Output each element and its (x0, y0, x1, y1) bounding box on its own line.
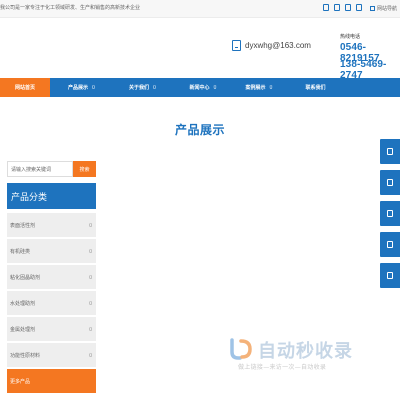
message-icon[interactable] (345, 4, 351, 11)
category-item[interactable]: 功能性原材料 Ü (7, 343, 96, 367)
chevron-right-icon: Ü (89, 352, 92, 358)
site-guide-icon (369, 6, 375, 11)
float-user-button[interactable] (380, 232, 400, 257)
phone-icon (387, 148, 393, 155)
watermark-title: 自动秒收录 (258, 341, 353, 362)
watermark-subtitle: 做上链接—来访一次—自动收录 (238, 364, 327, 371)
page: 我公司是一家专注于化工领域研发、生产和销售的高新技术企业 网站导航 dyxwhg… (0, 0, 400, 400)
category-item-label: 粘化固晶助剂 (10, 274, 41, 281)
hotline-label: 热线电话 (340, 34, 361, 40)
category-item-label: 金属处理剂 (10, 326, 36, 333)
nav-item-5[interactable]: 案例展示 Ü (234, 78, 284, 97)
top-bar: 我公司是一家专注于化工领域研发、生产和销售的高新技术企业 网站导航 (0, 0, 400, 18)
search-input[interactable]: 请输入搜索关键词 (7, 161, 73, 177)
email-address[interactable]: dyxwhg@163.com (245, 41, 311, 50)
chevron-right-icon: Ü (89, 300, 92, 306)
chevron-down-icon: Ü (153, 85, 156, 90)
search-button[interactable]: 搜索 (73, 161, 96, 177)
category-item-label: 有机硅类 (10, 248, 31, 255)
nav-item-label: 网站首页 (14, 85, 35, 91)
page-title: 产品展示 (174, 123, 225, 137)
search-box: 请输入搜索关键词 搜索 (7, 161, 96, 177)
email-contact: dyxwhg@163.com (232, 40, 311, 51)
category-item-label: 表面活性剂 (10, 222, 36, 229)
main-nav: 网站首页 产品展示 Ü 关于我们 Ü 新闻中心 Ü 案例展示 Ü 联系我们 (0, 78, 400, 97)
nav-item-label: 案例展示 (245, 85, 266, 91)
category-item[interactable]: 有机硅类 Ü (7, 239, 96, 263)
mail-icon (387, 179, 393, 186)
category-item[interactable]: 水处理助剂 Ü (7, 291, 96, 315)
category-item[interactable]: 更多产品 (7, 369, 96, 393)
nav-item-2[interactable]: 产品展示 Ü (50, 78, 113, 97)
floating-contact-bar (380, 139, 400, 294)
category-title: 产品分类 (7, 183, 96, 209)
site-guide-label: 网站导航 (376, 6, 397, 12)
company-tagline: 我公司是一家专注于化工领域研发、生产和销售的高新技术企业 (0, 5, 141, 11)
float-chat-button[interactable] (380, 201, 400, 226)
site-guide-link[interactable]: 网站导航 (369, 5, 397, 12)
nav-item-6[interactable]: 联系我们 (284, 78, 347, 97)
chat-icon (387, 210, 393, 217)
category-item[interactable]: 粘化固晶助剂 Ü (7, 265, 96, 289)
chevron-down-icon: Ü (92, 85, 95, 90)
user-icon[interactable] (334, 4, 340, 11)
chevron-down-icon: Ü (269, 85, 273, 90)
category-item-label: 更多产品 (10, 378, 31, 385)
float-mail-button[interactable] (380, 170, 400, 195)
watermark: 自动秒收录 做上链接—来访一次—自动收录 (228, 333, 388, 377)
top-icon-group (323, 4, 362, 11)
nav-item-1[interactable]: 网站首页 (0, 78, 50, 97)
phone-icon[interactable] (323, 4, 329, 11)
category-item[interactable]: 金属处理剂 Ü (7, 317, 96, 341)
nav-item-label: 关于我们 (129, 85, 150, 91)
category-item-label: 水处理助剂 (10, 300, 36, 307)
phone-contact-icon (232, 40, 241, 51)
nav-item-3[interactable]: 关于我们 Ü (113, 78, 172, 97)
nav-item-label: 新闻中心 (189, 85, 210, 91)
float-phone-button[interactable] (380, 139, 400, 164)
float-top-button[interactable] (380, 263, 400, 288)
mail-icon[interactable] (356, 4, 362, 11)
chevron-down-icon: Ü (213, 85, 217, 90)
category-item-label: 功能性原材料 (10, 352, 41, 359)
category-item[interactable]: 表面活性剂 Ü (7, 213, 96, 237)
chevron-right-icon: Ü (89, 274, 92, 280)
chevron-right-icon: Ü (89, 222, 92, 228)
chevron-right-icon: Ü (89, 248, 92, 254)
nav-item-label: 联系我们 (305, 85, 326, 91)
chevron-right-icon: Ü (89, 326, 92, 332)
header: dyxwhg@163.com 热线电话 0546-8219157 138-546… (0, 18, 400, 81)
top-icon (387, 272, 393, 279)
watermark-logo-icon (230, 338, 252, 360)
category-list: 表面活性剂 Ü 有机硅类 Ü 粘化固晶助剂 Ü 水处理助剂 Ü 金属处理剂 Ü 功能性原材料 Ü 更多产… (7, 213, 96, 395)
user-icon (387, 241, 393, 248)
nav-item-label: 产品展示 (68, 85, 89, 91)
nav-item-4[interactable]: 新闻中心 Ü (172, 78, 234, 97)
